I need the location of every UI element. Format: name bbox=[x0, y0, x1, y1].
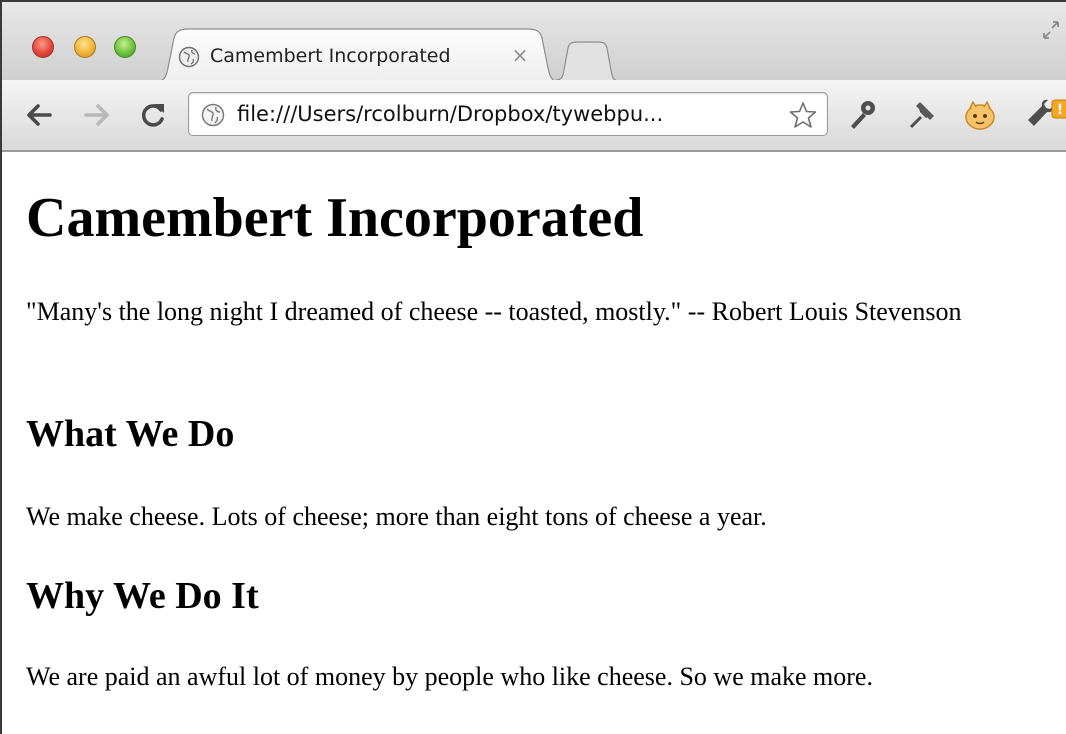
globe-icon bbox=[201, 103, 225, 127]
browser-toolbar: file:///Users/rcolburn/Dropbox/tywebpu..… bbox=[2, 80, 1066, 152]
settings-wrench-icon[interactable]: ! bbox=[1024, 98, 1066, 132]
section-text-why-we-do-it: We are paid an awful lot of money by peo… bbox=[26, 662, 873, 691]
reload-icon[interactable] bbox=[138, 100, 168, 130]
section-heading-why-we-do-it: Why We Do It bbox=[26, 575, 259, 617]
browser-window: Camembert Incorporated × file:///Users/r… bbox=[0, 0, 1066, 734]
star-icon[interactable] bbox=[789, 101, 817, 129]
page-title: Camembert Incorporated bbox=[26, 187, 644, 249]
forward-arrow-icon[interactable] bbox=[82, 100, 112, 130]
extension-icon[interactable] bbox=[962, 98, 998, 132]
tab-strip: Camembert Incorporated × bbox=[2, 2, 1066, 82]
fullscreen-icon[interactable] bbox=[1040, 18, 1062, 42]
url-text: file:///Users/rcolburn/Dropbox/tywebpu..… bbox=[237, 102, 664, 126]
quote-text: "Many's the long night I dreamed of chee… bbox=[26, 297, 962, 326]
window-zoom-button[interactable] bbox=[114, 36, 136, 58]
back-arrow-icon[interactable] bbox=[24, 100, 54, 130]
address-bar[interactable]: file:///Users/rcolburn/Dropbox/tywebpu..… bbox=[188, 92, 828, 136]
new-tab-icon[interactable] bbox=[554, 40, 617, 81]
warning-badge: ! bbox=[1057, 102, 1063, 118]
window-close-button[interactable] bbox=[32, 36, 54, 58]
section-heading-what-we-do: What We Do bbox=[26, 413, 235, 455]
globe-icon bbox=[178, 46, 200, 68]
window-minimize-button[interactable] bbox=[74, 36, 96, 58]
page-content: Camembert Incorporated "Many's the long … bbox=[2, 152, 1066, 734]
tab-camembert[interactable]: Camembert Incorporated × bbox=[154, 28, 562, 82]
wrench-key-icon[interactable] bbox=[846, 98, 878, 132]
pin-icon[interactable] bbox=[906, 98, 938, 132]
tab-close-icon[interactable]: × bbox=[509, 44, 531, 66]
tab-title: Camembert Incorporated bbox=[210, 45, 451, 67]
section-text-what-we-do: We make cheese. Lots of cheese; more tha… bbox=[26, 502, 767, 531]
